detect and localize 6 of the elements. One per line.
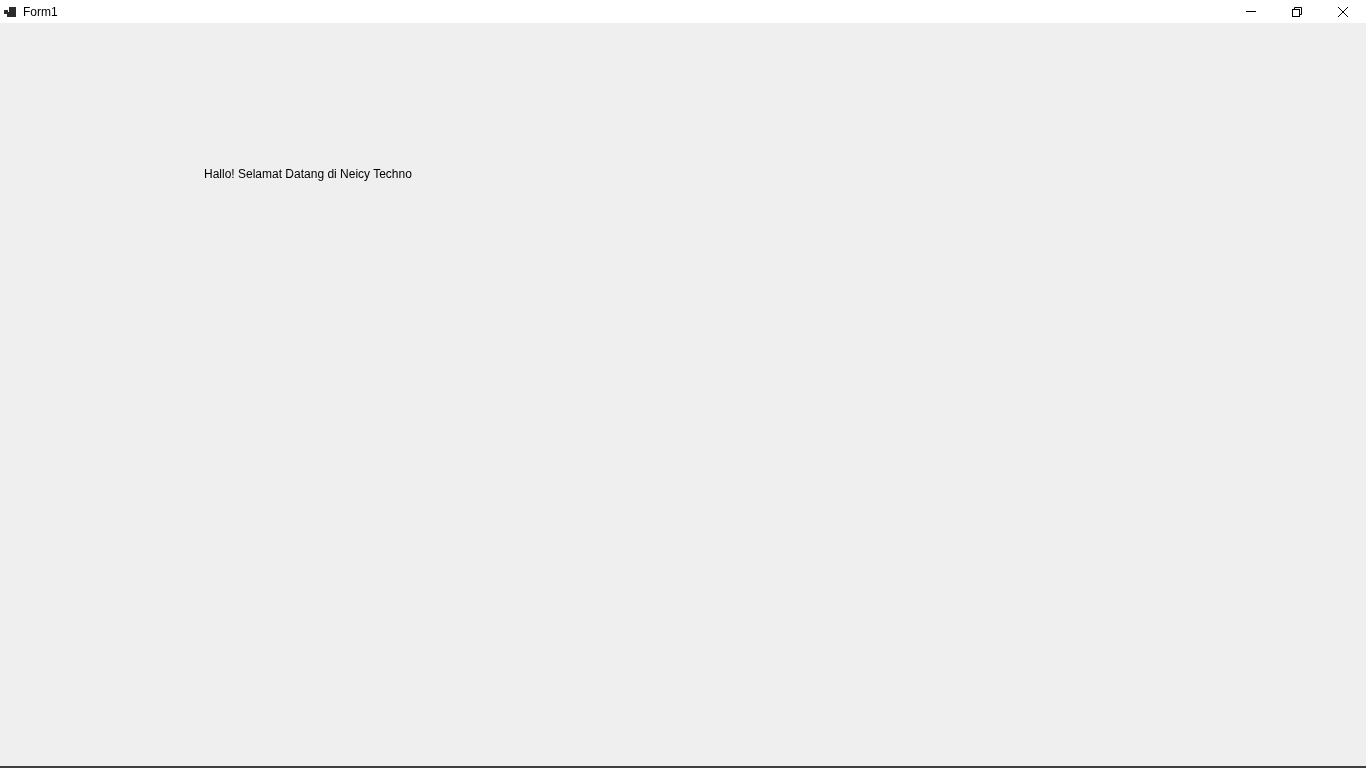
window-title: Form1 [23, 4, 58, 19]
minimize-icon [1246, 11, 1256, 12]
welcome-label: Hallo! Selamat Datang di Neicy Techno [204, 167, 412, 181]
app-icon [4, 6, 16, 17]
restore-icon [1292, 6, 1302, 17]
close-icon [1338, 6, 1348, 17]
